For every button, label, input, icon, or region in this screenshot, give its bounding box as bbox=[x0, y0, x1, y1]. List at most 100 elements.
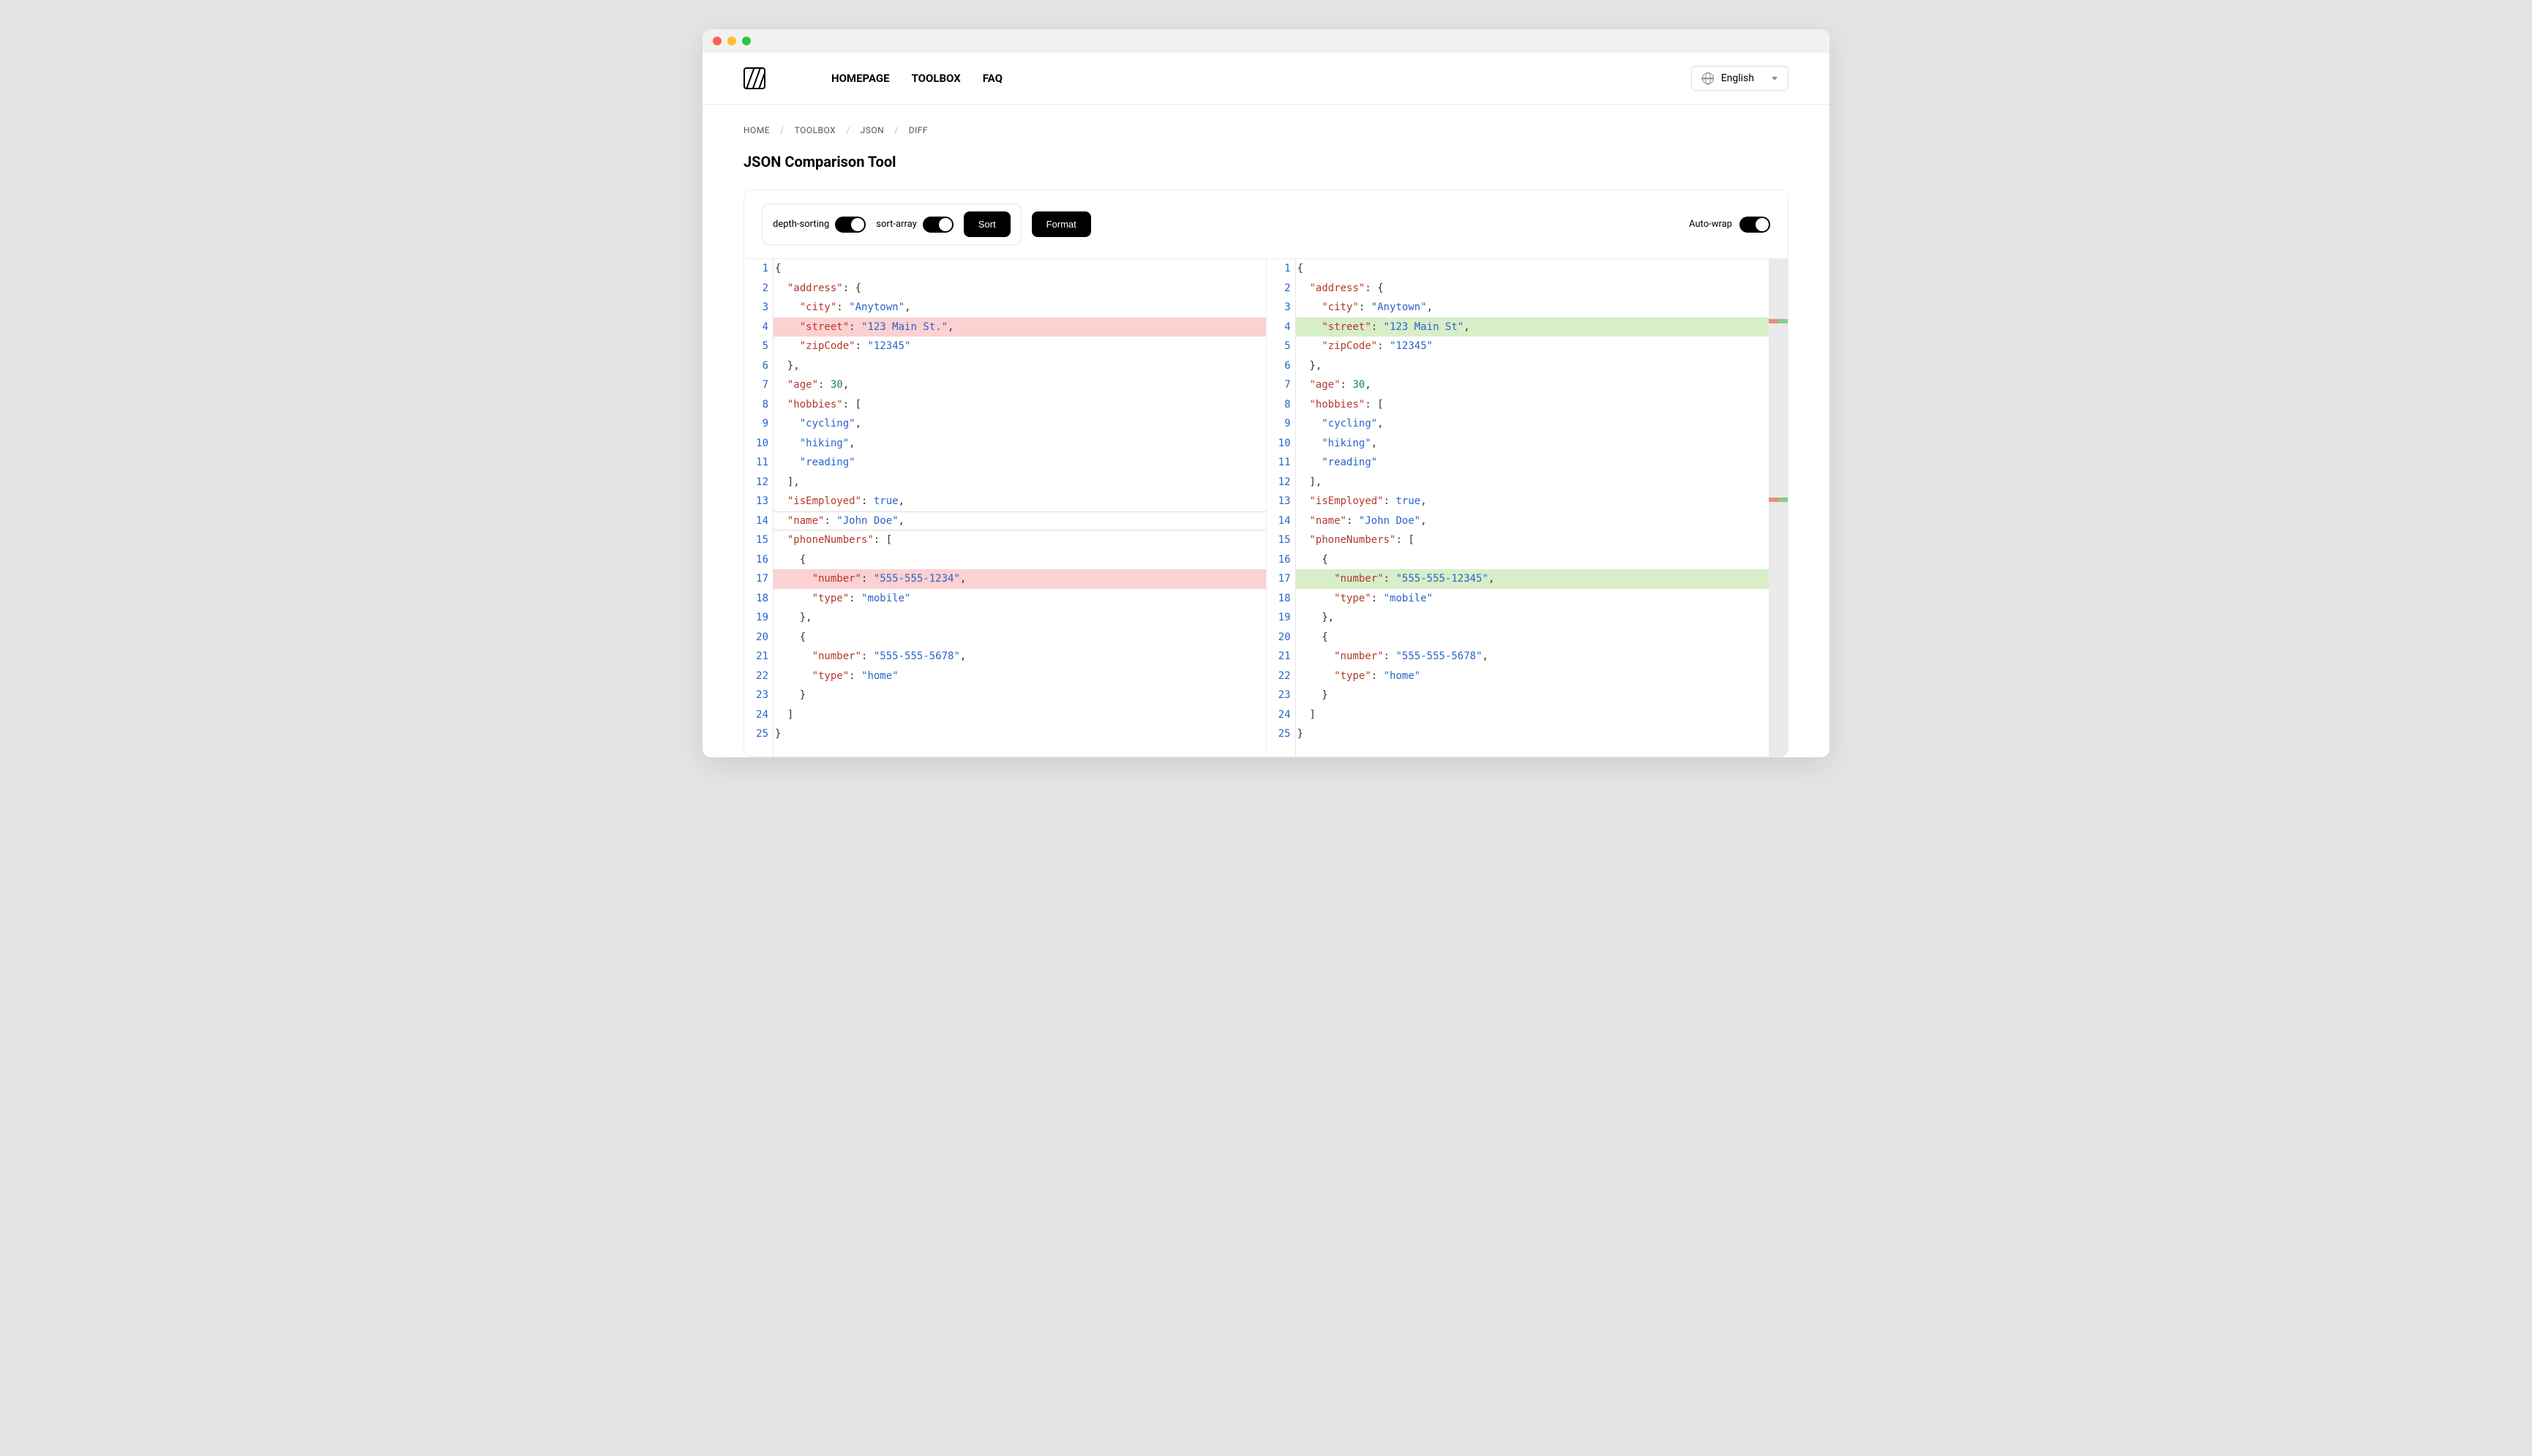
code-line[interactable]: ] bbox=[1296, 705, 1769, 725]
line-number: 4 bbox=[744, 318, 768, 337]
code-line[interactable]: "zipCode": "12345" bbox=[774, 337, 1266, 356]
code-line[interactable]: "number": "555-555-5678", bbox=[774, 647, 1266, 667]
format-button[interactable]: Format bbox=[1032, 211, 1091, 237]
code-line[interactable]: } bbox=[1296, 686, 1769, 705]
line-number: 7 bbox=[744, 375, 768, 395]
code-line[interactable]: "type": "mobile" bbox=[1296, 589, 1769, 609]
code-line[interactable]: "age": 30, bbox=[1296, 375, 1769, 395]
code-line[interactable]: "type": "mobile" bbox=[774, 589, 1266, 609]
code-line[interactable]: "phoneNumbers": [ bbox=[1296, 530, 1769, 550]
left-gutter: 1234567891011121314151617181920212223242… bbox=[744, 259, 774, 757]
line-number: 14 bbox=[744, 511, 768, 531]
sort-array-toggle[interactable] bbox=[923, 217, 954, 233]
code-line[interactable]: "hiking", bbox=[774, 434, 1266, 454]
code-line[interactable]: "street": "123 Main St.", bbox=[774, 318, 1266, 337]
code-line[interactable]: "number": "555-555-5678", bbox=[1296, 647, 1769, 667]
breadcrumb-item[interactable]: DIFF bbox=[909, 125, 928, 135]
code-line[interactable]: { bbox=[774, 550, 1266, 570]
minimap-diff-marker[interactable] bbox=[1769, 319, 1788, 323]
depth-sorting-toggle[interactable] bbox=[835, 217, 866, 233]
code-line[interactable]: ], bbox=[1296, 473, 1769, 492]
code-line[interactable]: "type": "home" bbox=[1296, 667, 1769, 686]
code-line[interactable]: "zipCode": "12345" bbox=[1296, 337, 1769, 356]
sort-button[interactable]: Sort bbox=[964, 211, 1011, 237]
breadcrumb-separator: / bbox=[894, 125, 898, 135]
code-line[interactable]: "cycling", bbox=[774, 414, 1266, 434]
main-nav: HOMEPAGE TOOLBOX FAQ bbox=[831, 72, 1003, 85]
breadcrumb-item[interactable]: HOME bbox=[744, 125, 770, 135]
line-number: 10 bbox=[1267, 434, 1291, 454]
code-line[interactable]: }, bbox=[774, 608, 1266, 628]
code-line[interactable]: "hiking", bbox=[1296, 434, 1769, 454]
minimap-diff-marker[interactable] bbox=[1769, 498, 1788, 502]
code-line[interactable]: "cycling", bbox=[1296, 414, 1769, 434]
code-line[interactable]: { bbox=[1296, 628, 1769, 648]
code-line[interactable]: } bbox=[1296, 724, 1769, 744]
right-code[interactable]: { "address": { "city": "Anytown", "stree… bbox=[1296, 259, 1769, 757]
nav-toolbox[interactable]: TOOLBOX bbox=[912, 72, 961, 85]
line-number: 8 bbox=[744, 395, 768, 415]
code-line[interactable]: { bbox=[774, 259, 1266, 279]
breadcrumb-item[interactable]: JSON bbox=[861, 125, 885, 135]
language-selector[interactable]: English bbox=[1691, 66, 1788, 91]
code-line[interactable]: } bbox=[774, 686, 1266, 705]
code-line[interactable]: } bbox=[774, 724, 1266, 744]
close-window-icon[interactable] bbox=[713, 37, 722, 45]
code-line[interactable]: "address": { bbox=[774, 279, 1266, 299]
code-line[interactable]: { bbox=[1296, 259, 1769, 279]
line-number: 20 bbox=[744, 628, 768, 648]
code-line[interactable]: "hobbies": [ bbox=[1296, 395, 1769, 415]
line-number: 24 bbox=[744, 705, 768, 725]
auto-wrap-toggle[interactable] bbox=[1739, 217, 1770, 233]
code-line[interactable]: { bbox=[774, 628, 1266, 648]
nav-faq[interactable]: FAQ bbox=[983, 72, 1003, 85]
app-window: HOMEPAGE TOOLBOX FAQ English HOME / TOOL… bbox=[703, 29, 1829, 757]
globe-icon bbox=[1702, 72, 1714, 84]
minimize-window-icon[interactable] bbox=[727, 37, 736, 45]
code-line[interactable]: "hobbies": [ bbox=[774, 395, 1266, 415]
minimap[interactable] bbox=[1769, 259, 1788, 757]
code-line[interactable]: "phoneNumbers": [ bbox=[774, 530, 1266, 550]
line-number: 1 bbox=[1267, 259, 1291, 279]
code-line[interactable]: "number": "555-555-12345", bbox=[1296, 569, 1769, 589]
code-line[interactable]: }, bbox=[1296, 608, 1769, 628]
diff-container: 1234567891011121314151617181920212223242… bbox=[744, 259, 1788, 757]
code-line[interactable]: { bbox=[1296, 550, 1769, 570]
code-line[interactable]: }, bbox=[774, 356, 1266, 376]
line-number: 12 bbox=[1267, 473, 1291, 492]
code-line[interactable]: "city": "Anytown", bbox=[1296, 298, 1769, 318]
line-number: 18 bbox=[1267, 589, 1291, 609]
code-line[interactable]: ] bbox=[774, 705, 1266, 725]
code-line[interactable]: "city": "Anytown", bbox=[774, 298, 1266, 318]
left-code[interactable]: { "address": { "city": "Anytown", "stree… bbox=[774, 259, 1266, 757]
line-number: 17 bbox=[744, 569, 768, 589]
breadcrumb-item[interactable]: TOOLBOX bbox=[795, 125, 836, 135]
code-line[interactable]: "reading" bbox=[1296, 453, 1769, 473]
line-number: 10 bbox=[744, 434, 768, 454]
maximize-window-icon[interactable] bbox=[742, 37, 751, 45]
line-number: 14 bbox=[1267, 511, 1291, 531]
nav-homepage[interactable]: HOMEPAGE bbox=[831, 72, 890, 85]
code-line[interactable]: "street": "123 Main St", bbox=[1296, 318, 1769, 337]
code-line[interactable]: "type": "home" bbox=[774, 667, 1266, 686]
code-line[interactable]: "age": 30, bbox=[774, 375, 1266, 395]
code-line[interactable]: }, bbox=[1296, 356, 1769, 376]
code-line[interactable]: "number": "555-555-1234", bbox=[774, 569, 1266, 589]
code-line[interactable]: "reading" bbox=[774, 453, 1266, 473]
chevron-down-icon bbox=[1772, 77, 1778, 80]
code-line[interactable]: ], bbox=[774, 473, 1266, 492]
sort-options-group: depth-sorting sort-array Sort bbox=[762, 203, 1022, 245]
line-number: 9 bbox=[744, 414, 768, 434]
right-pane[interactable]: 1234567891011121314151617181920212223242… bbox=[1267, 259, 1788, 757]
code-line[interactable]: "isEmployed": true, bbox=[774, 492, 1266, 511]
code-line[interactable]: "name": "John Doe", bbox=[774, 511, 1266, 531]
code-line[interactable]: "address": { bbox=[1296, 279, 1769, 299]
line-number: 8 bbox=[1267, 395, 1291, 415]
page-title: JSON Comparison Tool bbox=[703, 135, 1829, 182]
code-line[interactable]: "name": "John Doe", bbox=[1296, 511, 1769, 531]
left-pane[interactable]: 1234567891011121314151617181920212223242… bbox=[744, 259, 1267, 757]
logo-icon[interactable] bbox=[744, 67, 765, 89]
code-line[interactable]: "isEmployed": true, bbox=[1296, 492, 1769, 511]
line-number: 4 bbox=[1267, 318, 1291, 337]
line-number: 13 bbox=[744, 492, 768, 511]
